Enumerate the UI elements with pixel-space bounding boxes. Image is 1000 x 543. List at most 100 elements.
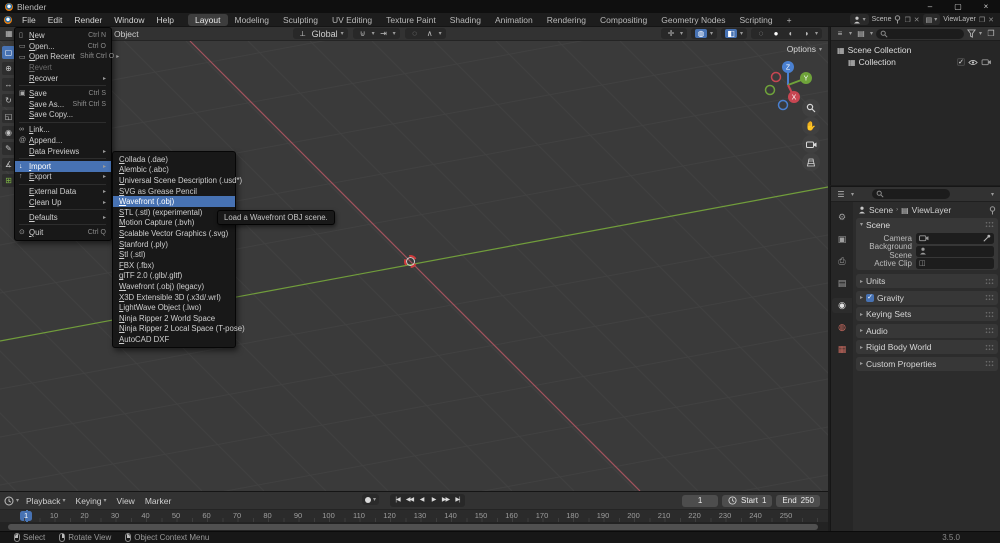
properties-panel-header[interactable]: ▸ ✓ Gravity [856,291,998,305]
camera-field[interactable] [916,233,994,244]
properties-tab[interactable]: ◍ [832,320,852,335]
file-menu-item[interactable]: Save As... Shift Ctrl S [15,99,111,110]
outliner-row-scene-collection[interactable]: ▦ Scene Collection [831,44,1000,56]
zoom-icon[interactable] [802,99,820,117]
scrollbar-thumb[interactable] [8,524,818,530]
file-menu-item[interactable]: Data Previews ▸ [15,146,111,157]
overlays-toggle[interactable]: ◍▾ [691,28,717,39]
menu-item[interactable]: Edit [42,14,69,26]
file-menu-item[interactable]: @ Append... [15,135,111,146]
remove-viewlayer-icon[interactable]: ✕ [988,16,994,24]
properties-search-input[interactable] [872,189,950,199]
timeline-menu-item[interactable]: Marker [140,496,176,506]
viewlayer-selector[interactable]: ▤ ▾ [923,14,941,25]
workspace-tab[interactable]: Layout [188,14,228,26]
import-menu-item[interactable]: SVG as Grease Pencil [113,186,235,197]
active-clip-field[interactable]: ◫ [916,258,994,269]
workspace-tab[interactable]: Animation [488,14,540,26]
snap-controls[interactable]: ⊍ ▾ ⇥ ▾ [353,28,400,39]
xray-toggle[interactable]: ◧▾ [721,28,747,39]
import-menu-item[interactable]: Collada (.dae) [113,154,235,165]
import-menu-item[interactable]: Ninja Ripper 2 Local Space (T-pose) [113,324,235,335]
timeline-ruler[interactable]: 1 10203040506070809010011012013014015016… [0,509,828,522]
workspace-tab[interactable]: Rendering [540,14,593,26]
transport-button[interactable]: ▶ [428,495,439,506]
file-menu-item[interactable]: ↓ Import ▸ [15,161,111,172]
properties-panel-header[interactable]: ▸ Keying Sets [856,307,998,321]
timeline-menu-item[interactable]: Keying▾ [71,496,112,506]
import-menu-item[interactable]: Universal Scene Description (.usd*) [113,175,235,186]
workspace-tab[interactable]: Compositing [593,14,654,26]
options-dropdown[interactable]: Options ▾ [787,44,822,54]
import-menu-item[interactable]: Stl (.stl) [113,249,235,260]
viewlayer-name[interactable]: ViewLayer [943,16,976,23]
file-menu-item[interactable]: ⊙ Quit Ctrl Q [15,227,111,238]
transport-button[interactable]: ◀ [416,495,427,506]
eyedropper-icon[interactable] [983,234,991,242]
drag-dots-icon[interactable] [985,278,994,285]
options-chevron-icon[interactable]: ▾ [991,191,994,198]
rendered-shading-icon[interactable]: ◑ [800,29,812,38]
properties-tab[interactable]: ▦ [832,342,852,357]
properties-panel-header[interactable]: ▸ Audio [856,324,998,338]
drag-dots-icon[interactable] [985,311,994,318]
import-menu-item[interactable]: FBX (.fbx) [113,260,235,271]
import-menu-item[interactable]: AutoCAD DXF [113,334,235,345]
workspace-tab[interactable]: Sculpting [276,14,325,26]
menu-item[interactable]: Render [68,14,108,26]
file-menu-item[interactable]: External Data ▸ [15,186,111,197]
transport-button[interactable]: |◀ [392,495,403,506]
menu-item[interactable]: Help [150,14,179,26]
editor-type-icon[interactable]: ☰ [835,190,847,199]
workspace-tab[interactable]: + [780,14,799,26]
pin-icon[interactable] [989,206,996,215]
maximize-button[interactable]: ▢ [944,0,972,13]
menu-item[interactable]: Window [108,14,150,26]
drag-dots-icon[interactable] [985,294,994,301]
timeline-menu-item[interactable]: Playback▾ [21,496,71,506]
background-scene-field[interactable] [916,246,994,257]
file-menu-item[interactable]: Clean Up ▸ [15,197,111,208]
scene-name[interactable]: Scene [872,16,892,23]
file-menu-item[interactable]: ∞ Link... [15,124,111,135]
outliner-row-collection[interactable]: ▦ Collection ✓ [831,56,1000,68]
toggle-perspective-icon[interactable] [802,153,820,171]
import-menu-item[interactable]: Alembic (.abc) [113,165,235,176]
workspace-tab[interactable]: Scripting [733,14,780,26]
current-frame-field[interactable]: 1 [682,495,718,507]
clock-editor-icon[interactable] [4,496,14,506]
gravity-checkbox[interactable]: ✓ [866,294,874,302]
import-menu-item[interactable]: X3D Extensible 3D (.x3d/.wrl) [113,292,235,303]
frame-end-field[interactable]: End250 [776,495,820,507]
new-viewlayer-icon[interactable]: ❐ [979,16,985,24]
drag-dots-icon[interactable] [985,221,994,228]
import-menu-item[interactable]: Ninja Ripper 2 World Space [113,313,235,324]
close-button[interactable]: × [972,0,1000,13]
scene-panel-header[interactable]: ▾ Scene [856,218,998,231]
file-menu-item[interactable]: ▯ New Ctrl N [15,30,111,41]
hide-eye-icon[interactable] [968,59,978,66]
viewport-menu-item[interactable]: Object [108,29,145,39]
breadcrumb-scene[interactable]: Scene [869,205,893,215]
transport-button[interactable]: ▶▶ [440,495,451,506]
properties-panel-header[interactable]: ▸ Rigid Body World [856,340,998,354]
minimize-button[interactable]: – [916,0,944,13]
solid-shading-icon[interactable]: ● [770,29,782,38]
file-menu-item[interactable]: ↑ Export ▸ [15,172,111,183]
outliner-search-input[interactable] [876,29,964,39]
import-menu-item[interactable]: glTF 2.0 (.glb/.gltf) [113,271,235,282]
import-menu-item[interactable]: LightWave Object (.lwo) [113,302,235,313]
file-menu-item[interactable]: Save Copy... [15,110,111,121]
file-menu-item[interactable]: ▭ Open... Ctrl O [15,41,111,52]
drag-dots-icon[interactable] [985,327,994,334]
scene-selector[interactable]: ▾ [850,14,869,25]
wireframe-shading-icon[interactable]: ◌ [755,29,767,38]
transport-button[interactable]: ▶| [452,495,463,506]
properties-tab[interactable]: ▤ [832,276,852,291]
editor-type-icon[interactable]: ≡ [834,29,846,38]
properties-tab[interactable]: ⚙ [832,210,852,225]
unlink-scene-icon[interactable]: ✕ [914,16,920,24]
properties-tab[interactable]: ◉ [832,298,852,313]
orientation-dropdown[interactable]: ⟂ Global ▾ [293,28,348,39]
pan-hand-icon[interactable]: ✋ [802,117,820,135]
